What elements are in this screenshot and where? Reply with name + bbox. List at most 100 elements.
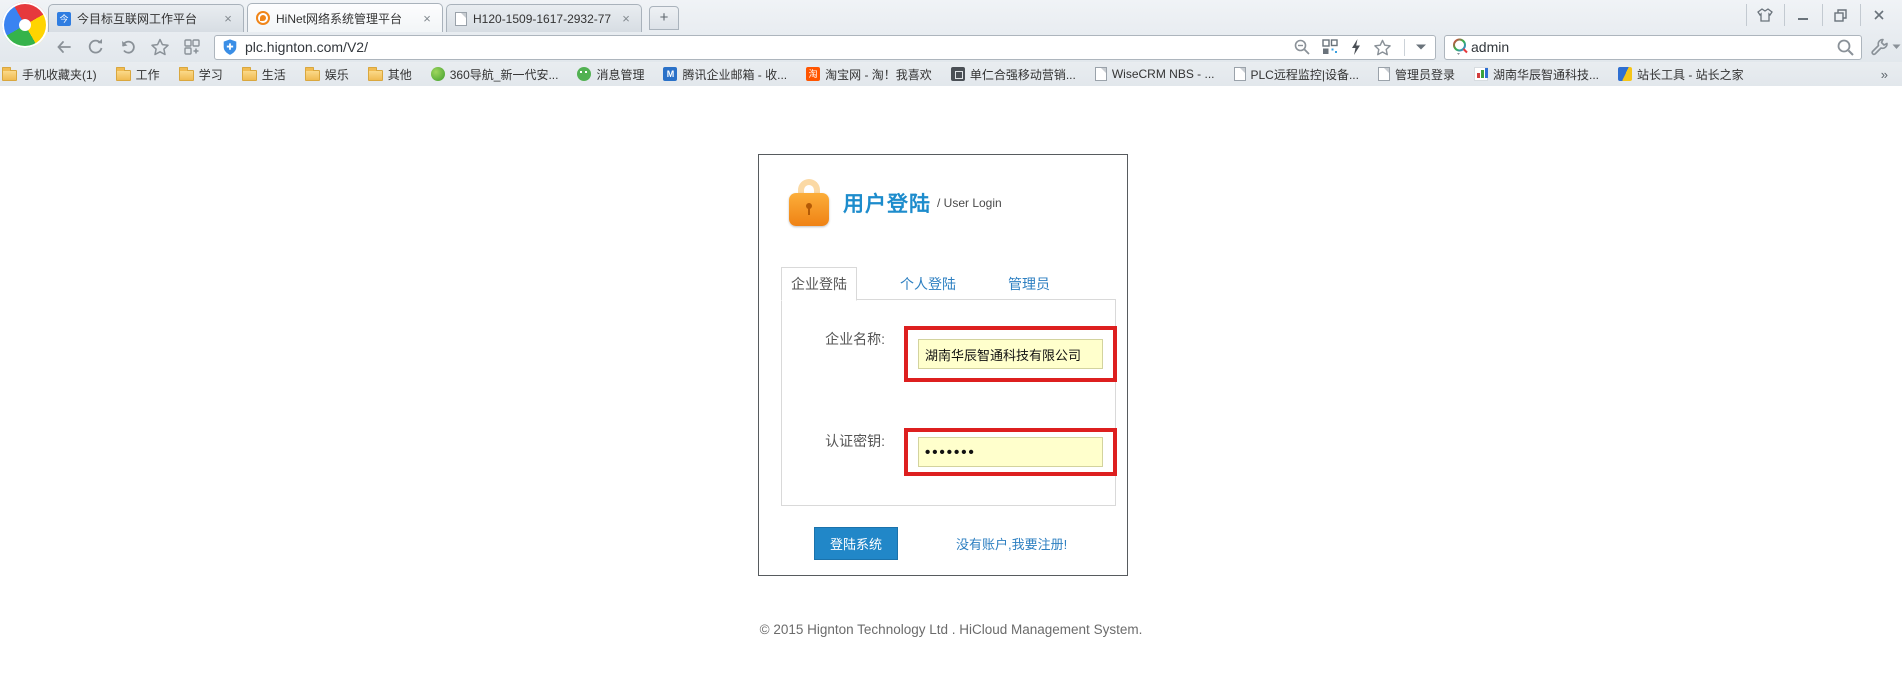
page-favicon-icon [455, 12, 467, 26]
qr-code-icon[interactable] [1321, 38, 1339, 56]
360-icon [431, 67, 445, 81]
skin-icon[interactable] [1746, 4, 1782, 26]
login-submit-button[interactable]: 登陆系统 [814, 527, 898, 560]
site-shield-icon[interactable] [221, 38, 239, 56]
tab-title: 今目标互联网工作平台 [77, 10, 215, 27]
taobao-icon: 淘 [806, 67, 820, 81]
browser-tab-3[interactable]: H120-1509-1617-2932-77 × [446, 4, 642, 32]
bookmark-item[interactable]: 湖南华辰智通科技... [1474, 66, 1599, 83]
divider [1404, 39, 1405, 56]
bookmark-label: 淘宝网 - 淘！我喜欢 [825, 66, 932, 83]
bookmark-item[interactable]: 360导航_新一代安... [431, 66, 559, 83]
bookmark-item[interactable]: 学习 [179, 66, 223, 83]
tab-close-icon[interactable]: × [221, 11, 235, 26]
barchart-icon [1474, 67, 1488, 81]
bookmark-item[interactable]: 娱乐 [305, 66, 349, 83]
folder-icon [368, 70, 383, 81]
tab-personal-login[interactable]: 个人登陆 [891, 268, 965, 300]
bookmark-item[interactable]: 生活 [242, 66, 286, 83]
login-tabs: 企业登陆 个人登陆 管理员 [781, 271, 1116, 300]
search-box[interactable] [1444, 35, 1862, 60]
enterprise-name-input[interactable] [918, 339, 1103, 369]
folder-icon [2, 70, 17, 81]
bookmark-label: WiseCRM NBS - ... [1112, 67, 1215, 81]
tab-title: H120-1509-1617-2932-77 [473, 12, 613, 26]
tab-enterprise-login[interactable]: 企业登陆 [781, 267, 857, 301]
tab-admin-login[interactable]: 管理员 [999, 268, 1059, 300]
bookmark-item[interactable]: 单仁合强移动营销... [951, 66, 1076, 83]
bookmarks-bar: 手机收藏夹(1) 工作 学习 生活 娱乐 其他 360导航_新一代安... 消息… [0, 62, 1902, 86]
bookmark-label: 其他 [388, 66, 412, 83]
green-dot-icon [577, 67, 591, 81]
enterprise-name-row: 企业名称: [782, 326, 1117, 382]
bookmark-item[interactable]: 淘淘宝网 - 淘！我喜欢 [806, 66, 932, 83]
mail-icon: M [663, 67, 677, 81]
page-icon [1095, 67, 1107, 81]
tab-strip: 今 今目标互联网工作平台 × HiNet网络系统管理平台 × H120-1509… [48, 3, 679, 32]
bookmark-label: 手机收藏夹(1) [22, 66, 97, 83]
bookmark-item[interactable]: 站长工具 - 站长之家 [1618, 66, 1744, 83]
bookmark-item[interactable]: PLC远程监控|设备... [1234, 66, 1359, 83]
lock-icon [789, 179, 829, 227]
dropdown-caret-icon[interactable] [1415, 43, 1427, 51]
restore-button[interactable] [1822, 4, 1858, 26]
bookmark-label: 湖南华辰智通科技... [1493, 66, 1599, 83]
bookmark-item[interactable]: 工作 [116, 66, 160, 83]
auth-key-input[interactable] [918, 437, 1103, 467]
close-button[interactable] [1860, 4, 1896, 26]
bookmark-label: 360导航_新一代安... [450, 66, 559, 83]
minimize-button[interactable] [1784, 4, 1820, 26]
zoom-page-icon[interactable] [1293, 38, 1311, 56]
bookmark-item[interactable]: WiseCRM NBS - ... [1095, 67, 1215, 81]
bookmark-item[interactable]: 手机收藏夹(1) [2, 66, 97, 83]
tab-close-icon[interactable]: × [420, 11, 434, 26]
bookmark-item[interactable]: 其他 [368, 66, 412, 83]
search-engine-icon[interactable] [1451, 37, 1471, 57]
folder-icon [242, 70, 257, 81]
new-tab-button[interactable]: + [649, 6, 679, 30]
browser-chrome: 今 今目标互联网工作平台 × HiNet网络系统管理平台 × H120-1509… [0, 0, 1902, 86]
search-input[interactable] [1471, 39, 1836, 55]
lightning-icon[interactable] [1349, 38, 1363, 56]
login-subtitle: / User Login [937, 196, 1002, 210]
bookmark-item[interactable]: 管理员登录 [1378, 66, 1455, 83]
bookmark-label: 腾讯企业邮箱 - 收... [682, 66, 787, 83]
favorites-star-icon[interactable] [148, 35, 172, 59]
back-icon[interactable] [52, 35, 76, 59]
browser-toolbar: plc.hignton.com/V2/ [0, 32, 1902, 62]
url-text[interactable]: plc.hignton.com/V2/ [245, 39, 1293, 55]
bookmark-label: 学习 [199, 66, 223, 83]
dropdown-caret-icon [1892, 44, 1901, 50]
page-icon [1378, 67, 1390, 81]
bookmark-label: 工作 [136, 66, 160, 83]
undo-icon[interactable] [116, 35, 140, 59]
hinet-favicon-icon [256, 11, 270, 25]
wrench-icon [1870, 37, 1890, 57]
auth-key-row: 认证密钥: [782, 428, 1117, 476]
register-link[interactable]: 没有账户,我要注册! [956, 534, 1067, 553]
bookmark-label: 娱乐 [325, 66, 349, 83]
chinaz-icon [1618, 67, 1632, 81]
enterprise-name-label: 企业名称: [817, 326, 885, 382]
refresh-icon[interactable] [84, 35, 108, 59]
browser-tab-1[interactable]: 今 今目标互联网工作平台 × [48, 4, 244, 32]
menu-wrench[interactable] [1870, 37, 1901, 57]
tab-close-icon[interactable]: × [619, 11, 633, 26]
bookmarks-overflow-chevron[interactable]: » [1881, 67, 1888, 82]
browser-tab-2-active[interactable]: HiNet网络系统管理平台 × [247, 3, 443, 32]
search-go-icon[interactable] [1836, 38, 1855, 57]
folder-icon [305, 70, 320, 81]
annotation-highlight-box [904, 428, 1117, 476]
bookmark-label: 消息管理 [596, 66, 644, 83]
address-bar[interactable]: plc.hignton.com/V2/ [214, 35, 1436, 60]
bookmark-star-icon[interactable] [1373, 38, 1392, 57]
bookmark-item[interactable]: M 腾讯企业邮箱 - 收... [663, 66, 787, 83]
login-actions: 登陆系统 没有账户,我要注册! [814, 527, 1094, 560]
jin-favicon-icon: 今 [57, 12, 71, 26]
bookmark-item[interactable]: 消息管理 [577, 66, 644, 83]
add-favorite-grid-icon[interactable] [180, 35, 204, 59]
bookmark-label: PLC远程监控|设备... [1251, 66, 1359, 83]
bookmark-label: 管理员登录 [1395, 66, 1455, 83]
tab-title: HiNet网络系统管理平台 [276, 10, 414, 27]
login-form: 企业名称: 认证密钥: [781, 299, 1116, 506]
